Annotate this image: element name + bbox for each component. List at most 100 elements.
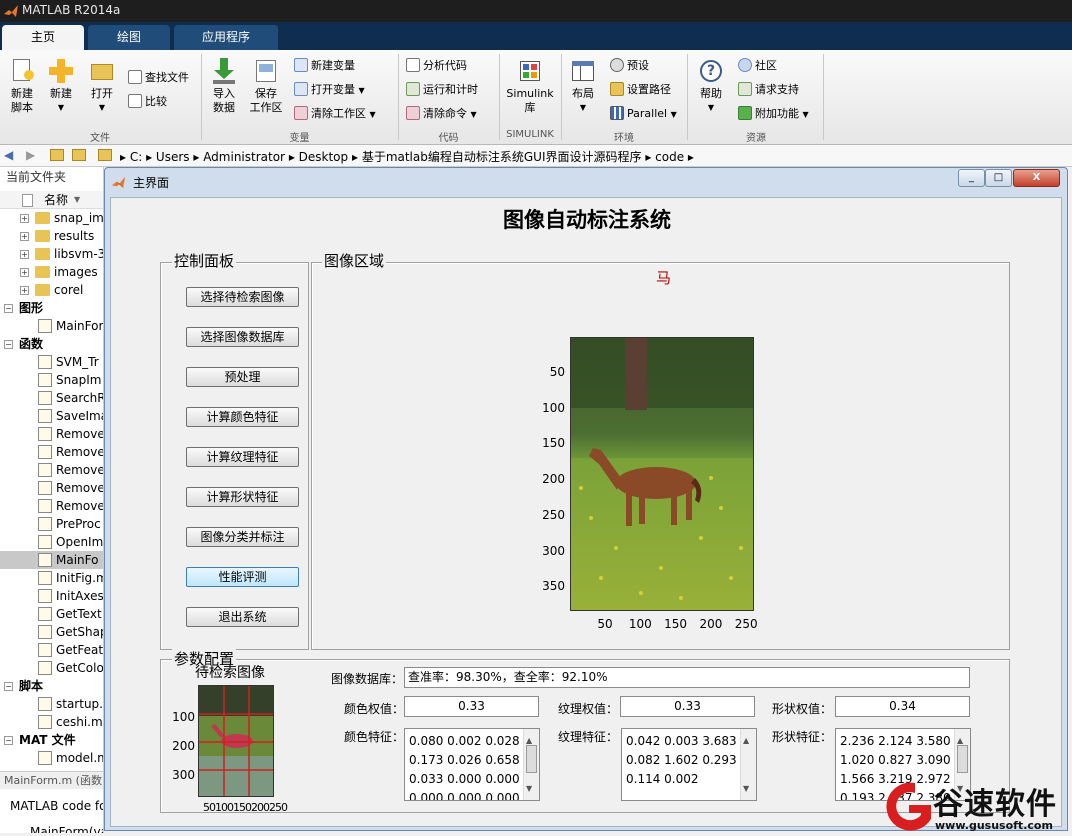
file-list-item[interactable]: OpenIm — [0, 533, 103, 551]
clear-commands-button[interactable]: 清除命令 ▼ — [406, 104, 477, 124]
file-list-item[interactable]: ceshi.m — [0, 713, 103, 731]
run-and-time-button[interactable]: 运行和计时 — [406, 80, 478, 100]
open-variable-button[interactable]: 打开变量 ▼ — [294, 80, 365, 100]
layout-button[interactable]: 布局 ▼ — [566, 58, 600, 115]
new-script-button[interactable]: 新建 脚本 — [4, 58, 40, 115]
file-list-item[interactable]: + libsvm-3 — [0, 245, 103, 263]
file-list-item[interactable]: + results — [0, 227, 103, 245]
color-weight-field[interactable]: 0.33 — [404, 696, 539, 717]
file-list-item[interactable]: + corel — [0, 281, 103, 299]
classify-and-annotate-button[interactable]: 图像分类并标注 — [186, 527, 299, 547]
db-metrics-field[interactable]: 查准率：98.30%，查全率：92.10% — [404, 667, 970, 688]
color-feature-textarea[interactable]: 0.080 0.002 0.028 0.173 0.026 0.658 0.033 … — [404, 728, 540, 801]
tree-section[interactable]: − 函数 — [0, 335, 103, 353]
tree-section[interactable]: − 图形 — [0, 299, 103, 317]
file-list-item[interactable]: GetShap — [0, 623, 103, 641]
thumbnail-axes[interactable] — [198, 685, 274, 797]
file-list-item[interactable]: GetText — [0, 605, 103, 623]
preferences-button[interactable]: 预设 — [610, 56, 649, 76]
scroll-thumb[interactable] — [526, 745, 537, 773]
save-workspace-button[interactable]: 保存 工作区 — [246, 58, 286, 115]
textarea-scrollbar[interactable]: ▲ ▼ — [523, 729, 539, 800]
column-header[interactable]: 名称 ▼ — [0, 191, 103, 209]
minimize-button[interactable]: _ — [958, 169, 985, 187]
file-list-item[interactable]: GetFeat — [0, 641, 103, 659]
file-list-item[interactable]: SVM_Tr — [0, 353, 103, 371]
breadcrumb-item[interactable]: Desktop — [299, 150, 349, 164]
file-list-item[interactable]: InitAxes — [0, 587, 103, 605]
breadcrumb-item[interactable]: 基于matlab编程自动标注系统GUI界面设计源码程序 — [362, 150, 642, 164]
file-list-item[interactable]: SaveIma — [0, 407, 103, 425]
select-image-database-button[interactable]: 选择图像数据库 — [186, 327, 299, 347]
select-query-image-button[interactable]: 选择待检索图像 — [186, 287, 299, 307]
collapse-icon[interactable]: − — [4, 682, 13, 691]
expand-icon[interactable]: + — [20, 286, 29, 295]
up-folder-icon[interactable] — [50, 149, 64, 161]
file-list-item[interactable]: startup. — [0, 695, 103, 713]
file-list-item[interactable]: Remove — [0, 461, 103, 479]
collapse-icon[interactable]: − — [4, 340, 13, 349]
scroll-thumb[interactable] — [957, 745, 968, 773]
simulink-library-button[interactable]: Simulink 库 — [504, 58, 556, 115]
tree-section[interactable]: − MAT 文件 — [0, 731, 103, 749]
texture-weight-field[interactable]: 0.33 — [620, 696, 755, 717]
preprocess-button[interactable]: 预处理 — [186, 367, 299, 387]
addons-button[interactable]: 附加功能 ▼ — [738, 104, 809, 124]
file-list-item[interactable]: Remove — [0, 479, 103, 497]
tree-section[interactable]: − 脚本 — [0, 677, 103, 695]
file-list-item[interactable]: GetColo — [0, 659, 103, 677]
breadcrumb-item[interactable]: Administrator — [203, 150, 285, 164]
find-files-button[interactable]: 查找文件 — [128, 68, 189, 88]
analyze-code-button[interactable]: 分析代码 — [406, 56, 467, 76]
file-list-item[interactable]: Remove — [0, 425, 103, 443]
parallel-button[interactable]: Parallel ▼ — [610, 104, 677, 124]
file-list-item[interactable]: + images — [0, 263, 103, 281]
breadcrumb-item[interactable]: C: — [130, 150, 142, 164]
tab-plots[interactable]: 绘图 — [88, 25, 170, 50]
import-data-button[interactable]: 导入 数据 — [206, 58, 242, 115]
shape-weight-field[interactable]: 0.34 — [835, 696, 970, 717]
file-list-item[interactable]: PreProc — [0, 515, 103, 533]
expand-icon[interactable]: + — [20, 214, 29, 223]
close-button[interactable]: X — [1013, 169, 1060, 187]
expand-icon[interactable]: + — [20, 250, 29, 259]
file-list-item[interactable]: + snap_im — [0, 209, 103, 227]
performance-evaluation-button[interactable]: 性能评测 — [186, 567, 299, 587]
collapse-icon[interactable]: − — [4, 736, 13, 745]
compute-color-features-button[interactable]: 计算颜色特征 — [186, 407, 299, 427]
file-list-item[interactable]: InitFig.m — [0, 569, 103, 587]
file-list-item[interactable]: MainFor — [0, 317, 103, 335]
clear-workspace-button[interactable]: 清除工作区 ▼ — [294, 104, 376, 124]
maximize-button[interactable]: □ — [985, 169, 1012, 187]
expand-icon[interactable]: + — [20, 232, 29, 241]
open-button[interactable]: 打开 ▼ — [84, 58, 120, 115]
tab-home[interactable]: 主页 — [2, 25, 84, 50]
browse-folder-icon[interactable] — [72, 149, 86, 161]
file-list-item[interactable]: MainFo — [0, 551, 103, 569]
breadcrumb-item[interactable]: code — [655, 150, 684, 164]
scroll-down-icon[interactable]: ▼ — [526, 779, 532, 798]
help-button[interactable]: ? 帮助 ▼ — [694, 58, 728, 115]
compute-texture-features-button[interactable]: 计算纹理特征 — [186, 447, 299, 467]
scroll-down-icon[interactable]: ▼ — [743, 779, 749, 798]
set-path-button[interactable]: 设置路径 — [610, 80, 671, 100]
community-button[interactable]: 社区 — [738, 56, 777, 76]
file-list-item[interactable]: Remove — [0, 443, 103, 461]
compute-shape-features-button[interactable]: 计算形状特征 — [186, 487, 299, 507]
file-list-item[interactable]: SearchR — [0, 389, 103, 407]
texture-feature-textarea[interactable]: 0.042 0.003 3.683 0.082 1.602 0.293 0.114 … — [621, 728, 757, 801]
forward-arrow-icon[interactable]: ▶ — [26, 148, 35, 162]
file-list-item[interactable]: Remove — [0, 497, 103, 515]
new-button[interactable]: 新建 ▼ — [43, 58, 79, 115]
breadcrumb-item[interactable]: Users — [156, 150, 190, 164]
back-arrow-icon[interactable]: ◀ — [4, 148, 13, 162]
expand-icon[interactable]: + — [20, 268, 29, 277]
exit-system-button[interactable]: 退出系统 — [186, 607, 299, 627]
main-image-axes[interactable] — [570, 337, 754, 611]
compare-button[interactable]: 比较 — [128, 92, 167, 112]
file-list-item[interactable]: SnapIm — [0, 371, 103, 389]
collapse-icon[interactable]: − — [4, 304, 13, 313]
scroll-up-icon[interactable]: ▲ — [743, 731, 749, 750]
new-variable-button[interactable]: 新建变量 — [294, 56, 355, 76]
file-list-item[interactable]: model.m — [0, 749, 103, 767]
